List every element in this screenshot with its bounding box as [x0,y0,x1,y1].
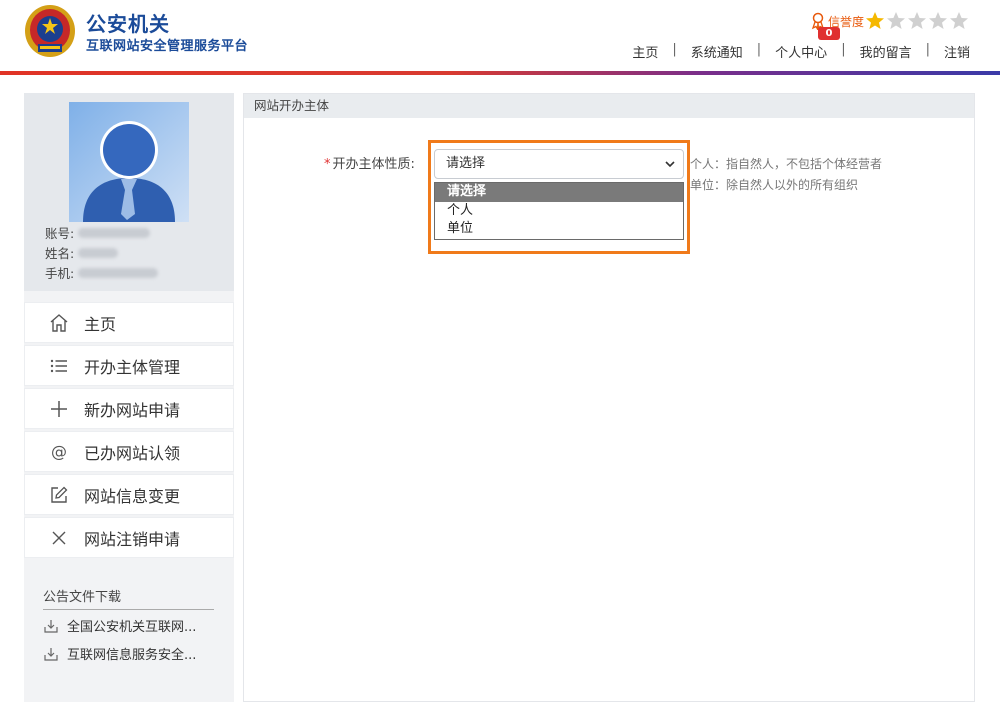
account-field: 账号: [45,223,151,242]
account-value-redacted [78,227,151,238]
sidebar-item-new-site[interactable]: 新办网站申请 [24,388,234,429]
user-profile: 账号: 姓名: 手机: [24,93,234,291]
plus-icon [49,399,69,419]
nav-my-messages[interactable]: 我的留言 [860,42,912,61]
nav-separator: | [756,42,762,57]
download-link-label: 互联网信息服务安全... [67,648,197,663]
account-label: 账号: [45,226,75,241]
name-value-redacted [78,247,119,258]
hint-personal: 个人：指自然人，不包括个体经营者 [690,157,883,171]
sidebar-item-label: 已办网站认领 [84,443,181,463]
edit-icon [49,485,69,505]
phone-value-redacted [78,267,159,278]
header: 公安机关 互联网站安全管理服务平台 信誉度 0 主页 | 系统通知 | 个人中心… [0,0,1000,75]
entity-type-label: * 开办主体性质: [324,153,415,172]
police-emblem-icon [25,5,75,57]
download-link-label: 全国公安机关互联网... [67,620,197,635]
name-label: 姓名: [45,246,75,261]
entity-type-select[interactable]: 请选择 [434,149,684,179]
sidebar-item-label: 网站信息变更 [84,486,181,506]
entity-type-label-text: 开办主体性质: [332,157,415,172]
message-count-badge[interactable]: 0 [818,27,840,40]
star-empty-icon [887,12,906,29]
rating-stars [865,11,970,31]
download-link[interactable]: 全国公安机关互联网... [43,616,223,635]
phone-label: 手机: [45,266,75,281]
star-empty-icon [908,12,927,29]
nav-logout[interactable]: 注销 [944,42,970,61]
sidebar: 账号: 姓名: 手机: 主页 开办主体管理 新办网站申请 @ 已办网站认领 网站… [24,93,234,702]
sidebar-item-label: 开办主体管理 [84,357,181,377]
nav-separator: | [925,42,930,57]
option-unit[interactable]: 单位 [435,220,683,239]
nav-personal-center[interactable]: 个人中心 [775,42,827,61]
sidebar-item-site-cancel[interactable]: 网站注销申请 [24,517,234,558]
nav-system-notice[interactable]: 系统通知 [691,42,743,61]
star-filled-icon [866,12,885,29]
at-icon: @ [49,442,69,462]
star-empty-icon [950,12,969,29]
top-navigation: 主页 | 系统通知 | 个人中心 | 我的留言 | 注销 [632,42,970,61]
avatar [69,102,189,222]
sidebar-item-label: 主页 [84,314,117,334]
nav-separator: | [841,42,846,57]
sidebar-item-site-change[interactable]: 网站信息变更 [24,474,234,515]
star-empty-icon [929,12,948,29]
download-icon [44,647,58,661]
list-icon [49,356,69,376]
phone-field: 手机: [45,263,159,282]
sidebar-item-label: 新办网站申请 [84,400,181,420]
sidebar-item-claim-site[interactable]: @ 已办网站认领 [24,431,234,472]
option-personal[interactable]: 个人 [435,202,683,221]
chevron-down-icon [665,161,675,168]
option-please-select[interactable]: 请选择 [435,183,683,202]
download-link[interactable]: 互联网信息服务安全... [43,644,223,663]
nav-separator: | [672,42,677,57]
entity-type-options: 请选择 个人 单位 [434,182,684,240]
downloads-title: 公告文件下载 [43,590,122,605]
sidebar-item-home[interactable]: 主页 [24,302,234,343]
close-icon [49,528,69,548]
sidebar-item-entity-management[interactable]: 开办主体管理 [24,345,234,386]
select-current-value: 请选择 [446,156,486,171]
name-field: 姓名: [45,243,119,262]
required-mark: * [324,157,331,172]
home-icon [49,313,69,333]
sidebar-item-label: 网站注销申请 [84,529,181,549]
hint-unit: 单位：除自然人以外的所有组织 [690,178,859,192]
downloads-divider [43,609,214,610]
site-subtitle: 互联网站安全管理服务平台 [86,39,249,54]
panel-title: 网站开办主体 [244,94,974,118]
nav-home[interactable]: 主页 [632,42,658,61]
download-icon [44,619,58,633]
sidebar-menu: 主页 开办主体管理 新办网站申请 @ 已办网站认领 网站信息变更 网站注销申请 [24,302,234,560]
main-panel: 网站开办主体 * 开办主体性质: 请选择 请选择 个人 单位 个人：指自然人，不包… [243,93,975,702]
header-accent-bar [0,71,1000,75]
svg-text:@: @ [51,442,67,461]
site-title: 公安机关 [86,12,170,36]
